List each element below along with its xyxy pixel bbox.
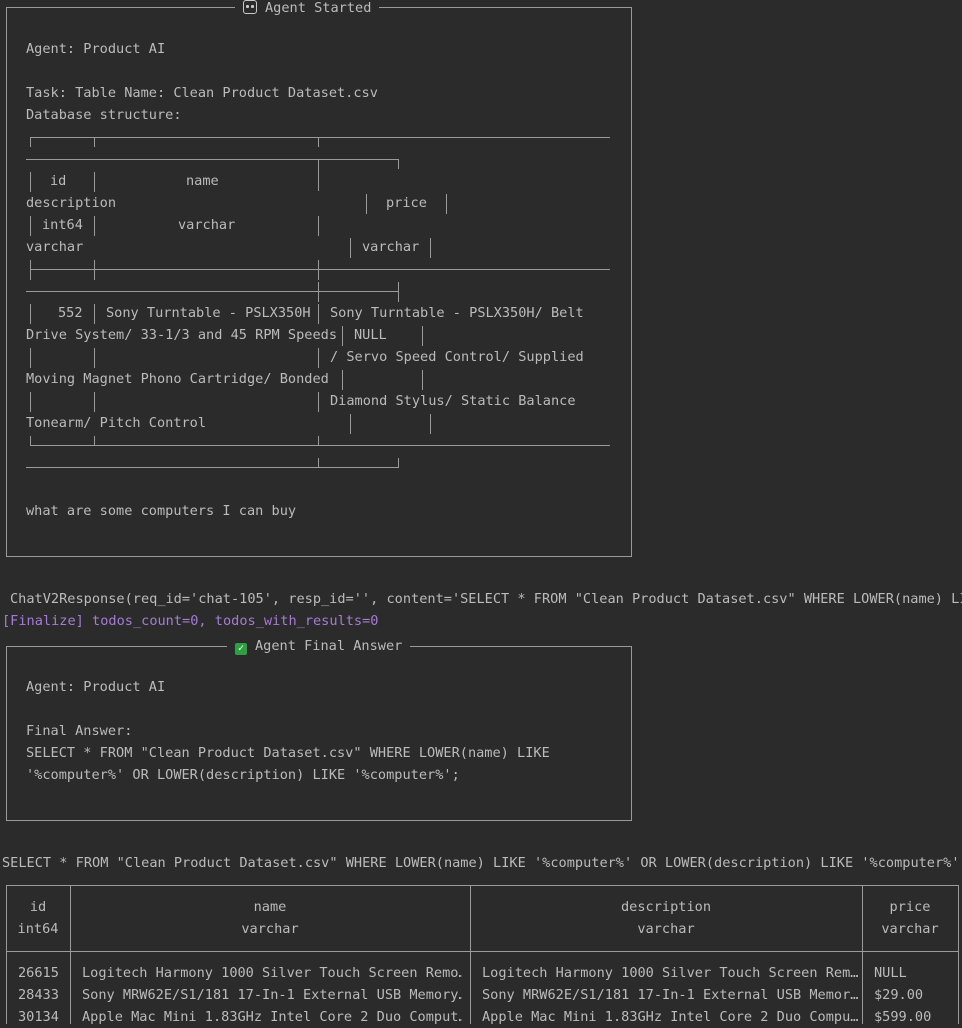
db-row-desc-2: Drive System/ 33-1/3 and 45 RPM Speeds xyxy=(26,327,337,343)
db-type-price: varchar xyxy=(362,239,420,255)
final-sql-line-2: '%computer%' OR LOWER(description) LIKE … xyxy=(26,767,460,783)
col-header-id: id xyxy=(29,899,47,915)
agent-started-title: Agent Started xyxy=(235,0,380,15)
chat-response-log: ChatV2Response(req_id='chat-105', resp_i… xyxy=(10,591,962,607)
final-answer-label: Final Answer: xyxy=(26,723,133,739)
db-col-id: id xyxy=(50,173,67,189)
cell-price: NULL xyxy=(874,965,907,981)
cell-id: 26615 xyxy=(18,965,59,981)
col-header-description: description xyxy=(620,899,712,915)
db-col-price: price xyxy=(386,195,427,211)
col-type-price: varchar xyxy=(881,921,939,937)
db-row-desc-1: Sony Turntable - PSLX350H/ Belt xyxy=(330,305,584,321)
finalize-log: [Finalize] todos_count=0, todos_with_res… xyxy=(2,613,379,629)
cell-id: 30134 xyxy=(18,1009,59,1025)
db-type-description: varchar xyxy=(26,239,84,255)
db-row-desc-4: Moving Magnet Phono Cartridge/ Bonded xyxy=(26,371,329,387)
check-icon: ✓ xyxy=(235,643,247,655)
db-row-desc-5: Diamond Stylus/ Static Balance xyxy=(330,393,576,409)
db-row-desc-3: / Servo Speed Control/ Supplied xyxy=(330,349,584,365)
db-col-name: name xyxy=(186,173,219,189)
db-type-id: int64 xyxy=(42,217,83,233)
cell-price: $29.00 xyxy=(874,987,924,1003)
col-header-price: price xyxy=(889,899,931,915)
col-type-id: int64 xyxy=(17,921,59,937)
final-answer-title: ✓ Agent Final Answer xyxy=(227,639,411,655)
db-type-name: varchar xyxy=(178,217,236,233)
cell-name: Logitech Harmony 1000 Silver Touch Scree… xyxy=(82,965,462,981)
db-row-name: Sony Turntable - PSLX350H xyxy=(106,305,311,321)
cell-description: Logitech Harmony 1000 Silver Touch Scree… xyxy=(482,965,858,981)
user-question: what are some computers I can buy xyxy=(26,503,297,519)
cell-price: $599.00 xyxy=(874,1009,932,1025)
db-col-description: description xyxy=(26,195,117,211)
cell-description: Apple Mac Mini 1.83GHz Intel Core 2 Duo … xyxy=(482,1009,858,1025)
col-type-name: varchar xyxy=(241,921,299,937)
db-row-price: NULL xyxy=(354,327,387,343)
cell-id: 28433 xyxy=(18,987,59,1003)
col-type-description: varchar xyxy=(637,921,695,937)
final-sql-line-1: SELECT * FROM "Clean Product Dataset.csv… xyxy=(26,745,550,761)
final-agent-line: Agent: Product AI xyxy=(26,679,166,695)
db-row-desc-6: Tonearm/ Pitch Control xyxy=(26,415,207,431)
task-line: Task: Table Name: Clean Product Dataset.… xyxy=(26,85,378,101)
cell-description: Sony MRW62E/S1/181 17-In-1 External USB … xyxy=(482,987,858,1003)
cell-name: Apple Mac Mini 1.83GHz Intel Core 2 Duo … xyxy=(82,1009,462,1025)
robot-icon xyxy=(243,0,257,14)
col-header-name: name xyxy=(253,899,287,915)
agent-name-line: Agent: Product AI xyxy=(26,41,166,57)
sql-echo: SELECT * FROM "Clean Product Dataset.csv… xyxy=(2,855,962,871)
db-row-id: 552 xyxy=(58,305,83,321)
cell-name: Sony MRW62E/S1/181 17-In-1 External USB … xyxy=(82,987,462,1003)
db-structure-label: Database structure: xyxy=(26,107,182,123)
